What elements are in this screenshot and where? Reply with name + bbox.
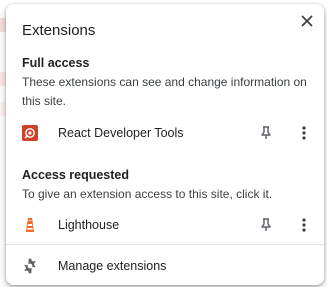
access-requested-heading: Access requested <box>22 168 130 182</box>
pin-button[interactable] <box>256 215 276 235</box>
manage-extensions-button[interactable]: Manage extensions <box>6 250 324 282</box>
pin-icon <box>261 126 271 139</box>
extensions-popup: Extensions Full access These extensions … <box>6 4 324 285</box>
manage-extensions-label: Manage extensions <box>58 259 167 273</box>
footer-divider <box>6 244 324 245</box>
extension-name: React Developer Tools <box>58 126 184 140</box>
close-icon <box>301 15 313 27</box>
more-options-button[interactable] <box>294 123 314 143</box>
extension-row-lighthouse[interactable]: Lighthouse <box>6 209 324 241</box>
lighthouse-icon <box>26 218 34 232</box>
react-devtools-icon <box>22 125 38 141</box>
more-options-button[interactable] <box>294 215 314 235</box>
access-requested-description: To give an extension access to this site… <box>22 187 273 201</box>
pin-button[interactable] <box>256 123 276 143</box>
gear-icon <box>24 258 36 274</box>
full-access-heading: Full access <box>22 56 90 70</box>
pin-icon <box>261 218 271 231</box>
more-vert-icon <box>302 126 306 140</box>
full-access-description: These extensions can see and change info… <box>22 75 307 108</box>
more-vert-icon <box>302 218 306 232</box>
popup-title: Extensions <box>22 22 96 39</box>
close-button[interactable] <box>296 10 318 32</box>
extension-name: Lighthouse <box>58 218 120 232</box>
extension-row-react-developer-tools[interactable]: React Developer Tools <box>6 117 324 149</box>
